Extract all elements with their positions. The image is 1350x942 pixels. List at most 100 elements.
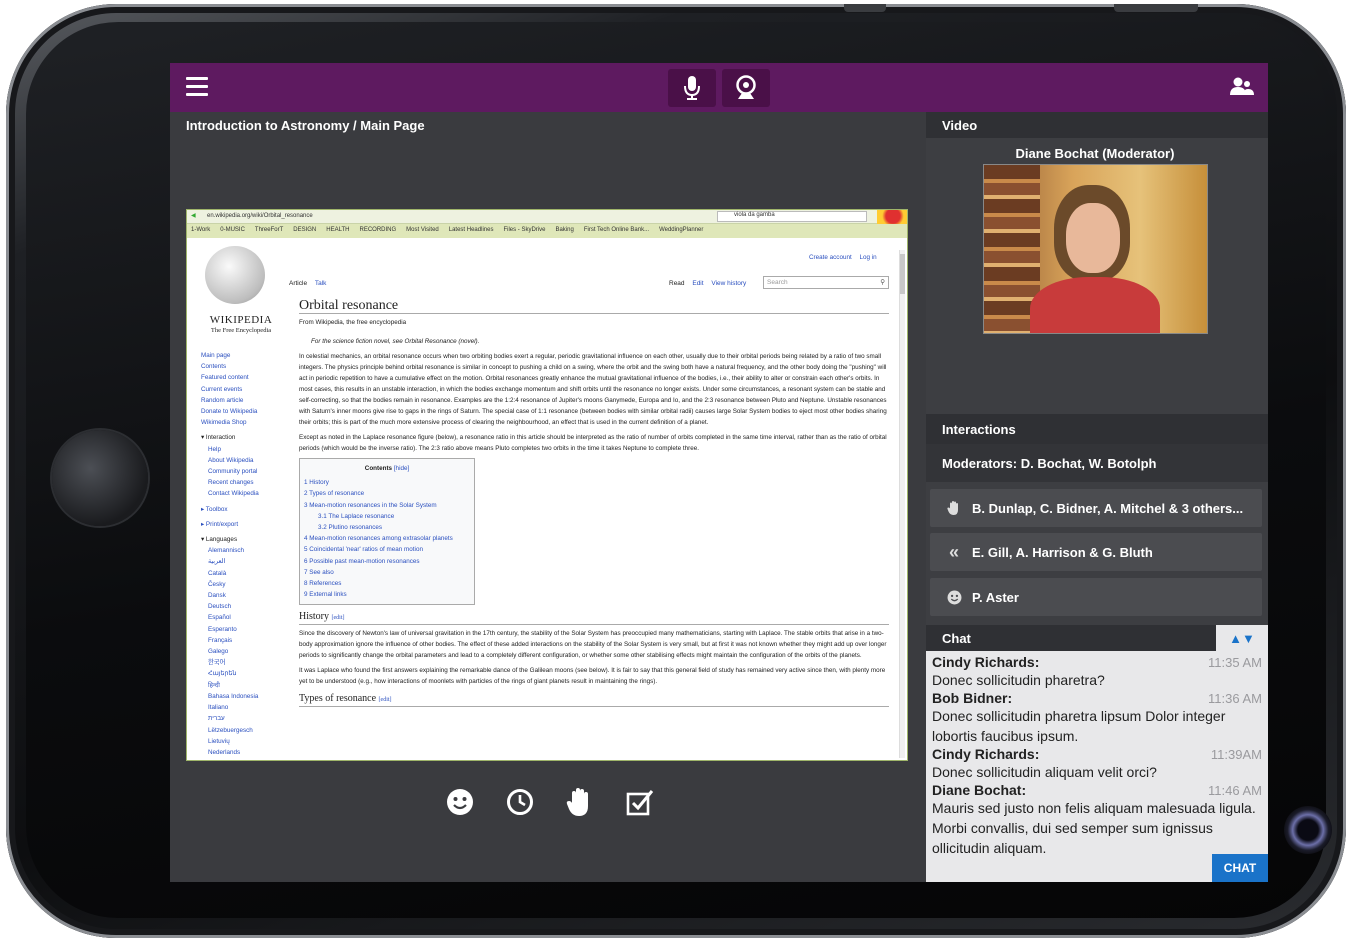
sidebar-link[interactable]: Wikimedia Shop <box>201 417 281 428</box>
bookmark-item[interactable]: ThreeForT <box>255 227 283 233</box>
wikipedia-globe-logo[interactable] <box>205 246 265 304</box>
webcam-button[interactable] <box>722 69 770 107</box>
sidebar-link[interactable]: Current events <box>201 384 281 395</box>
sidebar-link[interactable]: Bahasa Indonesia <box>201 691 281 702</box>
bookmark-item[interactable]: Latest Headlines <box>449 227 494 233</box>
raised-hand-icon[interactable] <box>565 787 595 817</box>
sidebar-link[interactable]: Français <box>201 635 281 646</box>
history-edit-link[interactable]: [edit] <box>332 615 345 621</box>
sidebar-link[interactable]: Esperanto <box>201 624 281 635</box>
tablet-button-top-right <box>1114 4 1198 12</box>
sidebar-link[interactable]: Česky <box>201 579 281 590</box>
toc-item[interactable]: 7 See also <box>304 567 470 578</box>
sidebar-link[interactable]: Featured content <box>201 372 281 383</box>
home-button[interactable] <box>52 430 148 526</box>
bookmark-item[interactable]: First Tech Online Bank... <box>584 227 649 233</box>
browser-scrollbar[interactable] <box>899 250 905 758</box>
sidebar-link[interactable]: Random article <box>201 395 281 406</box>
sidebar-link[interactable]: Deutsch <box>201 601 281 612</box>
shared-browser-view[interactable]: ◀ en.wikipedia.org/wiki/Orbital_resonanc… <box>186 209 908 761</box>
chat-expand-toggle[interactable]: ▲▼ <box>1216 625 1268 651</box>
tab-edit[interactable]: Edit <box>692 280 703 287</box>
toc-item[interactable]: 3 Mean-motion resonances in the Solar Sy… <box>304 500 470 511</box>
checkbox-icon[interactable] <box>625 787 655 817</box>
bookmark-item[interactable]: HEALTH <box>326 227 349 233</box>
toc-item[interactable]: 2 Types of resonance <box>304 488 470 499</box>
bookmark-item[interactable]: Most Visited <box>406 227 439 233</box>
tab-article[interactable]: Article <box>289 280 307 287</box>
log-in-link[interactable]: Log in <box>859 254 876 261</box>
smiley-icon[interactable] <box>445 787 475 817</box>
sidebar-link[interactable]: עברית <box>201 713 281 724</box>
sidebar-link[interactable]: Հայերեն <box>201 668 281 679</box>
bookmark-item[interactable]: 0-MUSIC <box>220 227 245 233</box>
tab-talk[interactable]: Talk <box>315 280 327 287</box>
bookmark-item[interactable]: DESIGN <box>293 227 316 233</box>
slower-icon: « <box>948 541 959 562</box>
toc-item[interactable]: 8 References <box>304 578 470 589</box>
toc-item[interactable]: 9 External links <box>304 589 470 600</box>
page-title: Introduction to Astronomy / Main Page <box>186 118 425 133</box>
video-person-face <box>1066 203 1120 273</box>
create-account-link[interactable]: Create account <box>809 254 852 261</box>
bookmark-item[interactable]: RECORDING <box>360 227 397 233</box>
tab-read[interactable]: Read <box>669 280 685 287</box>
bookmark-item[interactable]: 1-Work <box>191 227 210 233</box>
toc-item[interactable]: 1 History <box>304 477 470 488</box>
sidebar-link[interactable]: 한국어 <box>201 657 281 668</box>
toc-item[interactable]: 3.2 Plutino resonances <box>304 522 470 533</box>
sidebar-link[interactable]: العربية <box>201 556 281 567</box>
interaction-raised-hands[interactable]: B. Dunlap, C. Bidner, A. Mitchel & 3 oth… <box>930 489 1262 527</box>
sidebar-interaction-heading[interactable]: Interaction <box>206 434 235 441</box>
bookmark-item[interactable]: WeddingPlanner <box>659 227 703 233</box>
sidebar-languages-heading[interactable]: Languages <box>206 536 237 543</box>
wiki-search-input[interactable]: Search ⚲ <box>763 276 889 289</box>
sidebar-link[interactable]: Contents <box>201 361 281 372</box>
toc-item[interactable]: 6 Possible past mean-motion resonances <box>304 556 470 567</box>
sidebar-link[interactable]: Main page <box>201 350 281 361</box>
sidebar-link[interactable]: Contact Wikipedia <box>201 488 281 499</box>
bookmark-item[interactable]: Baking <box>555 227 573 233</box>
back-arrow-icon[interactable]: ◀ <box>191 212 196 219</box>
types-edit-link[interactable]: [edit] <box>379 697 392 703</box>
tab-view-history[interactable]: View history <box>711 280 746 287</box>
sidebar-link[interactable]: Recent changes <box>201 477 281 488</box>
sidebar-link[interactable]: Nederlands <box>201 747 281 758</box>
interaction-smiley[interactable]: P. Aster <box>930 578 1262 616</box>
sidebar-toolbox[interactable]: Toolbox <box>206 506 228 513</box>
toc-item[interactable]: 3.1 The Laplace resonance <box>304 511 470 522</box>
sidebar-link[interactable]: हिन्दी <box>201 680 281 691</box>
chat-timestamp: 11:39AM <box>1210 747 1262 762</box>
bookmark-item[interactable]: Files - SkyDrive <box>503 227 545 233</box>
sidebar-print-export[interactable]: Print/export <box>206 521 238 528</box>
browser-address-bar: ◀ en.wikipedia.org/wiki/Orbital_resonanc… <box>187 210 907 224</box>
toc-hide-link[interactable]: [hide] <box>394 465 409 472</box>
sidebar-link[interactable]: Español <box>201 612 281 623</box>
url-field[interactable]: en.wikipedia.org/wiki/Orbital_resonance <box>207 213 313 219</box>
sidebar-link[interactable]: About Wikipedia <box>201 455 281 466</box>
sidebar-link[interactable]: Community portal <box>201 466 281 477</box>
chat-button[interactable]: CHAT <box>1212 854 1268 882</box>
sidebar-link[interactable]: Dansk <box>201 590 281 601</box>
toc-item[interactable]: 4 Mean-motion resonances among extrasola… <box>304 533 470 544</box>
search-icon[interactable]: ⚲ <box>880 278 885 286</box>
sidebar-link[interactable]: Help <box>201 444 281 455</box>
sidebar-link[interactable]: Lëtzebuergesch <box>201 725 281 736</box>
interaction-slow-down-label: E. Gill, A. Harrison & G. Bluth <box>972 544 1153 560</box>
browser-search-field[interactable]: viola da gamba <box>717 211 867 222</box>
interaction-slow-down[interactable]: « E. Gill, A. Harrison & G. Bluth <box>930 533 1262 571</box>
sidebar-link[interactable]: Donate to Wikipedia <box>201 406 281 417</box>
wikipedia-wordmark: WIKIPEDIA <box>209 314 273 326</box>
presenter-video[interactable] <box>983 164 1208 334</box>
sidebar-link[interactable]: Alemannisch <box>201 545 281 556</box>
sidebar-link[interactable]: Català <box>201 568 281 579</box>
hamburger-menu-icon[interactable] <box>186 77 208 97</box>
browser-scrollbar-thumb[interactable] <box>900 254 905 294</box>
clock-icon[interactable] <box>505 787 535 817</box>
sidebar-link[interactable]: Italiano <box>201 702 281 713</box>
sidebar-link[interactable]: Galego <box>201 646 281 657</box>
toc-item[interactable]: 5 Coincidental 'near' ratios of mean mot… <box>304 544 470 555</box>
users-icon[interactable] <box>1230 77 1254 102</box>
microphone-button[interactable] <box>668 69 716 107</box>
sidebar-link[interactable]: Lietuvių <box>201 736 281 747</box>
